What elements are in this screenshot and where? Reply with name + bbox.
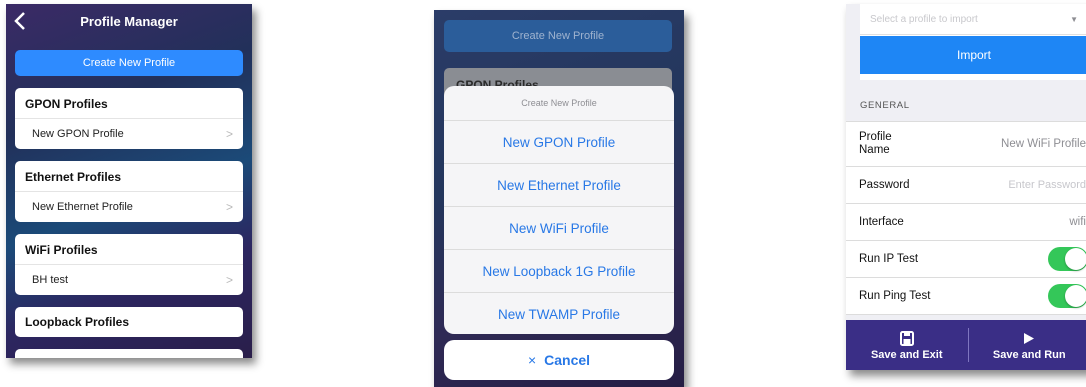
option-new-gpon-profile[interactable]: New GPON Profile bbox=[444, 121, 674, 164]
play-icon bbox=[1023, 329, 1035, 347]
profile-name-label-line2: Name bbox=[859, 144, 890, 156]
run-ip-test-row: Run IP Test bbox=[846, 241, 1086, 278]
profile-row[interactable]: New Ethernet Profile > bbox=[15, 191, 243, 222]
chevron-right-icon: > bbox=[225, 200, 233, 214]
profile-import-select[interactable]: Select a profile to import ▼ bbox=[860, 4, 1086, 35]
group-header: GPON Profiles bbox=[25, 97, 108, 111]
run-ip-test-toggle[interactable] bbox=[1048, 247, 1086, 271]
save-and-exit-button[interactable]: Save and Exit bbox=[846, 320, 968, 370]
option-new-twamp-profile[interactable]: New TWAMP Profile bbox=[444, 293, 674, 334]
profile-group-gpon: GPON Profiles New GPON Profile > bbox=[15, 88, 243, 149]
profile-group-twamp[interactable]: TWAMP Profiles bbox=[15, 349, 243, 358]
profile-row-label: New GPON Profile bbox=[32, 128, 124, 140]
toggle-knob bbox=[1065, 285, 1086, 307]
select-placeholder: Select a profile to import bbox=[870, 13, 978, 25]
run-ping-test-row: Run Ping Test bbox=[846, 278, 1086, 315]
bottom-action-bar: Save and Exit Save and Run bbox=[846, 320, 1086, 370]
profile-row-label: BH test bbox=[32, 274, 69, 286]
close-icon: × bbox=[527, 352, 537, 368]
profile-manager-screen: Profile Manager Create New Profile GPON … bbox=[6, 4, 252, 358]
profile-row-label: New Ethernet Profile bbox=[32, 201, 133, 213]
create-new-profile-button-dimmed: Create New Profile bbox=[444, 20, 672, 52]
password-label: Password bbox=[859, 179, 910, 191]
run-ip-test-label: Run IP Test bbox=[859, 253, 919, 265]
profile-name-label-line1: Profile bbox=[859, 131, 892, 143]
chevron-right-icon: > bbox=[225, 127, 233, 141]
save-icon bbox=[899, 329, 914, 347]
save-and-exit-label: Save and Exit bbox=[870, 349, 943, 361]
interface-row[interactable]: Interface wifi bbox=[846, 204, 1086, 241]
profile-name-label: Profile Name bbox=[859, 131, 892, 157]
dropdown-caret-icon: ▼ bbox=[1070, 14, 1078, 24]
import-button[interactable]: Import bbox=[860, 36, 1086, 74]
general-form: Profile Name New WiFi Profile Password E… bbox=[846, 121, 1086, 315]
group-header: Ethernet Profiles bbox=[25, 170, 122, 184]
chevron-right-icon: > bbox=[225, 273, 233, 287]
group-header: WiFi Profiles bbox=[25, 243, 98, 257]
password-field[interactable]: Enter Password bbox=[1008, 179, 1086, 191]
section-header-general: GENERAL bbox=[860, 100, 910, 111]
save-and-run-label: Save and Run bbox=[992, 349, 1066, 361]
action-sheet: Create New Profile New GPON Profile New … bbox=[444, 86, 674, 334]
option-new-ethernet-profile[interactable]: New Ethernet Profile bbox=[444, 164, 674, 207]
action-sheet-title: Create New Profile bbox=[444, 86, 674, 121]
interface-value[interactable]: wifi bbox=[1069, 216, 1086, 228]
profile-name-row[interactable]: Profile Name New WiFi Profile bbox=[846, 122, 1086, 167]
page-title: Profile Manager bbox=[80, 13, 178, 29]
group-header: Loopback Profiles bbox=[25, 315, 130, 329]
group-header: TWAMP Profiles bbox=[15, 349, 243, 358]
profile-name-field[interactable]: New WiFi Profile bbox=[1001, 138, 1086, 150]
profile-group-wifi: WiFi Profiles BH test > bbox=[15, 234, 243, 295]
cancel-button[interactable]: × Cancel bbox=[444, 340, 674, 380]
option-new-wifi-profile[interactable]: New WiFi Profile bbox=[444, 207, 674, 250]
wifi-profile-edit-screen: Select a profile to import ▼ Import GENE… bbox=[846, 4, 1086, 370]
interface-label: Interface bbox=[859, 216, 904, 228]
profile-row[interactable]: New GPON Profile > bbox=[15, 118, 243, 149]
back-chevron-icon[interactable] bbox=[12, 10, 30, 32]
profile-row[interactable]: BH test > bbox=[15, 264, 243, 295]
create-profile-action-sheet-screen: Create New Profile GPON Profiles Create … bbox=[434, 10, 684, 387]
create-new-profile-button[interactable]: Create New Profile bbox=[15, 50, 243, 76]
option-new-loopback-profile[interactable]: New Loopback 1G Profile bbox=[444, 250, 674, 293]
profile-group-loopback[interactable]: Loopback Profiles bbox=[15, 307, 243, 337]
profile-group-ethernet: Ethernet Profiles New Ethernet Profile > bbox=[15, 161, 243, 222]
run-ping-test-label: Run Ping Test bbox=[859, 290, 931, 302]
run-ping-test-toggle[interactable] bbox=[1048, 284, 1086, 308]
toggle-knob bbox=[1065, 248, 1086, 270]
nav-bar: Profile Manager bbox=[6, 4, 252, 38]
import-card: Select a profile to import ▼ Import bbox=[860, 4, 1086, 80]
cancel-label: Cancel bbox=[544, 352, 591, 368]
password-row[interactable]: Password Enter Password bbox=[846, 167, 1086, 204]
save-and-run-button[interactable]: Save and Run bbox=[969, 320, 1086, 370]
